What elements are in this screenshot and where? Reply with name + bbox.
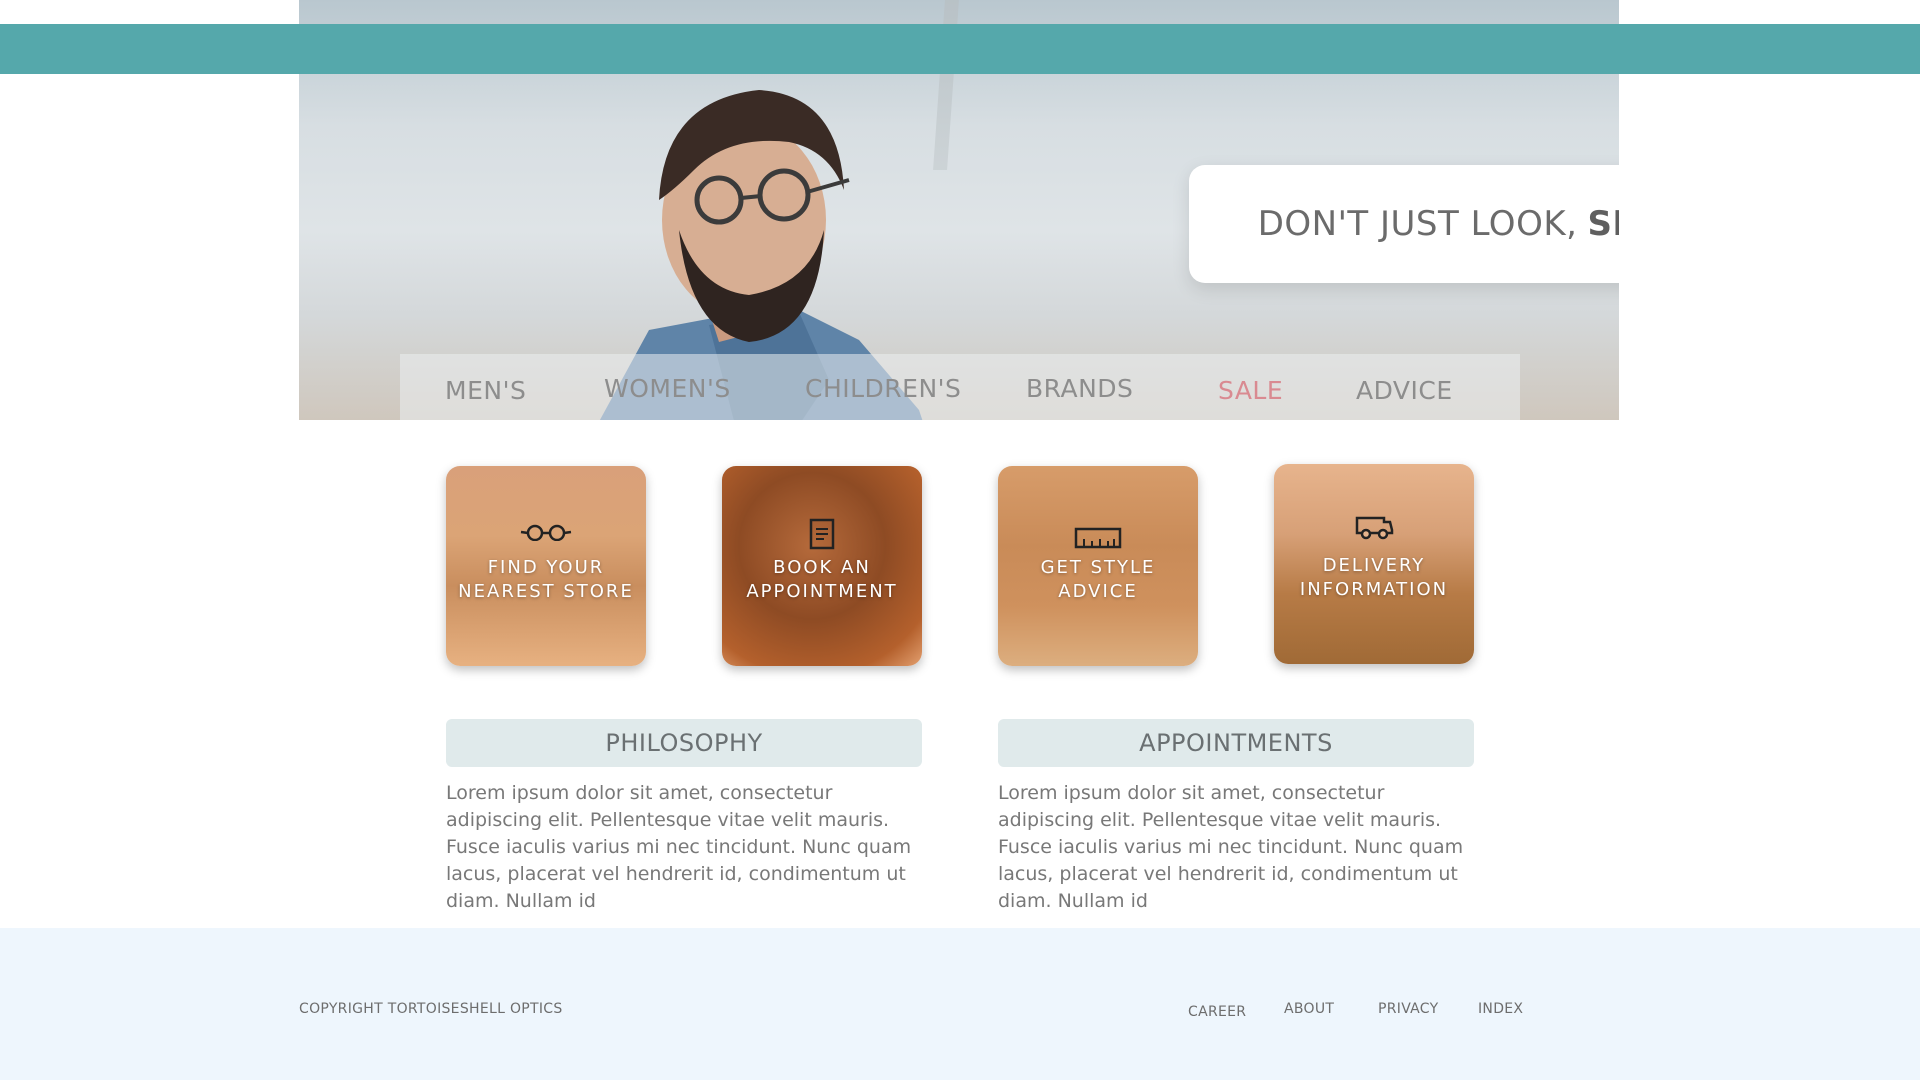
footer-link-career[interactable]: CAREER <box>1188 1004 1246 1020</box>
appointments-body: Lorem ipsum dolor sit amet, consectetur … <box>998 782 1464 912</box>
tile-label: GET STYLE ADVICE <box>1040 557 1156 602</box>
appointments-title: APPOINTMENTS <box>998 719 1474 767</box>
footer-link-about[interactable]: ABOUT <box>1284 1001 1334 1017</box>
hero-tagline-light: DON'T JUST LOOK, <box>1257 204 1578 244</box>
hero-tagline-bold: SEE. <box>1587 204 1619 244</box>
footer-link-index[interactable]: INDEX <box>1478 1001 1523 1017</box>
nav-item-mens[interactable]: MEN'S <box>445 376 526 405</box>
top-accent-bar <box>0 24 1920 74</box>
tile-delivery-info[interactable]: DELIVERY INFORMATION <box>1274 464 1474 664</box>
glasses-icon <box>446 521 646 553</box>
nav-item-brands[interactable]: BRANDS <box>1026 374 1133 403</box>
tile-find-store[interactable]: FIND YOUR NEAREST STORE <box>446 466 646 666</box>
footer: COPYRIGHT TORTOISESHELL OPTICS CAREER AB… <box>0 928 1920 1080</box>
philosophy-body: Lorem ipsum dolor sit amet, consectetur … <box>446 782 912 912</box>
footer-link-privacy[interactable]: PRIVACY <box>1378 1001 1439 1017</box>
main-nav: MEN'S WOMEN'S CHILDREN'S BRANDS SALE ADV… <box>400 354 1520 420</box>
nav-item-sale[interactable]: SALE <box>1218 376 1283 405</box>
van-icon <box>1274 514 1474 546</box>
footer-copyright: COPYRIGHT TORTOISESHELL OPTICS <box>299 1001 563 1017</box>
hero-tagline-box: DON'T JUST LOOK, SEE. <box>1189 165 1619 283</box>
philosophy-title: PHILOSOPHY <box>446 719 922 767</box>
document-icon <box>722 518 922 550</box>
tile-label: BOOK AN APPOINTMENT <box>746 557 898 602</box>
ruler-icon <box>998 526 1198 558</box>
tile-style-advice[interactable]: GET STYLE ADVICE <box>998 466 1198 666</box>
nav-item-advice[interactable]: ADVICE <box>1356 376 1453 405</box>
tile-label: DELIVERY INFORMATION <box>1299 555 1449 600</box>
nav-item-childrens[interactable]: CHILDREN'S <box>805 374 961 403</box>
tile-label: FIND YOUR NEAREST STORE <box>458 557 634 602</box>
nav-item-womens[interactable]: WOMEN'S <box>604 374 731 403</box>
tile-book-appointment[interactable]: BOOK AN APPOINTMENT <box>722 466 922 666</box>
